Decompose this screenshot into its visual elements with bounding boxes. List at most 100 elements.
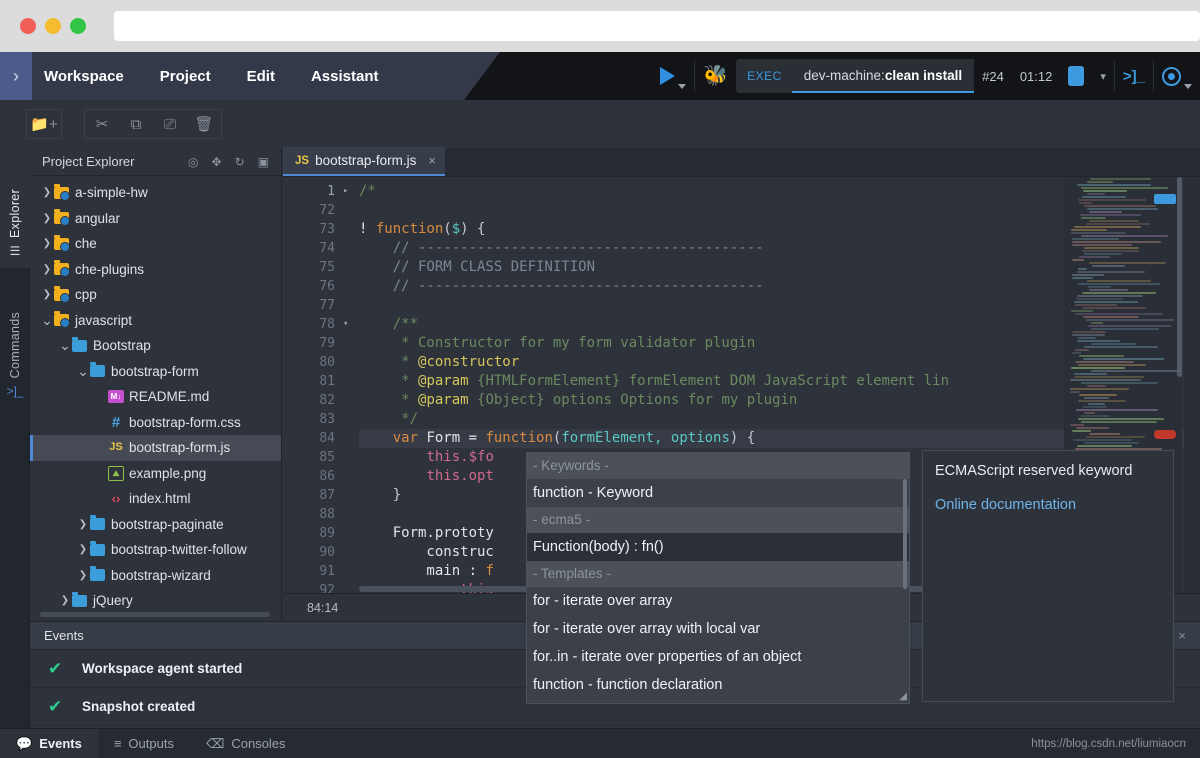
chevron-right-icon[interactable]: ❯ xyxy=(40,238,54,249)
tree-item-bootstrap-form[interactable]: ⌄bootstrap-form xyxy=(30,359,281,385)
css-file-icon: # xyxy=(108,416,124,429)
minimap-line xyxy=(1083,406,1107,408)
terminal-button[interactable]: >]_ xyxy=(1115,59,1153,93)
line-number: 77 xyxy=(283,296,341,315)
preview-button[interactable] xyxy=(1154,59,1200,93)
collapse-all-icon[interactable]: ✥ xyxy=(212,155,222,169)
tree-item-bootstrap-paginate[interactable]: ❯bootstrap-paginate xyxy=(30,512,281,538)
menu-item-project[interactable]: Project xyxy=(160,68,211,85)
tree-item-javascript[interactable]: ⌄javascript xyxy=(30,308,281,334)
menu-item-assistant[interactable]: Assistant xyxy=(311,68,379,85)
rail-tab-commands[interactable]: >]_ Commands xyxy=(0,268,30,408)
bottom-tab-outputs[interactable]: ≡ Outputs xyxy=(98,729,190,758)
copy-icon[interactable]: ⧉ xyxy=(119,109,153,139)
tree-item-bootstrap[interactable]: ⌄ Bootstrap xyxy=(30,333,281,359)
chevron-down-icon[interactable]: ⌄ xyxy=(76,363,90,380)
project-tree: ❯a-simple-hw❯angular❯che❯che-plugins❯cpp… xyxy=(30,176,281,614)
bottom-tab-consoles[interactable]: ⌫ Consoles xyxy=(190,729,302,758)
tree-item-label: Bootstrap xyxy=(93,338,151,353)
close-window-button[interactable] xyxy=(20,18,36,34)
minimap-line xyxy=(1071,367,1125,369)
refresh-icon[interactable]: ↻ xyxy=(235,155,245,169)
paste-icon[interactable]: ⎚ xyxy=(153,109,187,139)
chevron-right-icon[interactable]: ❯ xyxy=(40,213,54,224)
stop-button[interactable] xyxy=(1060,59,1092,93)
tree-item-cpp[interactable]: ❯cpp xyxy=(30,282,281,308)
online-documentation-link[interactable]: Online documentation xyxy=(935,497,1161,513)
address-bar[interactable] xyxy=(114,11,1200,41)
tree-item-label: bootstrap-form.css xyxy=(129,415,241,430)
code-fold-toggle[interactable]: ▾ xyxy=(343,315,355,334)
minimize-window-button[interactable] xyxy=(45,18,61,34)
close-icon[interactable]: × xyxy=(428,153,436,168)
menu-item-edit[interactable]: Edit xyxy=(247,68,275,85)
autocomplete-popup[interactable]: ◢ - Keywords -function - Keyword- ecma5 … xyxy=(526,452,910,704)
new-project-icon[interactable]: 📁+ xyxy=(27,109,61,139)
autocomplete-item[interactable]: Function(body) : fn() xyxy=(527,533,909,561)
chevron-down-icon[interactable] xyxy=(678,84,686,89)
chevron-down-icon[interactable]: ⌄ xyxy=(58,337,72,354)
editor-vertical-scrollbar[interactable] xyxy=(1184,177,1200,593)
tree-item-a-simple-hw[interactable]: ❯a-simple-hw xyxy=(30,180,281,206)
close-icon[interactable]: × xyxy=(1178,628,1186,643)
minimap-line xyxy=(1070,379,1141,381)
code-token: function xyxy=(376,221,443,237)
line-number: 79 xyxy=(283,334,341,353)
chevron-right-icon[interactable]: ❯ xyxy=(76,544,90,555)
tree-item-che[interactable]: ❯che xyxy=(30,231,281,257)
sidebar-expand-button[interactable]: › xyxy=(0,52,32,100)
target-icon[interactable]: ◎ xyxy=(188,155,198,169)
editor-tab-bootstrap-form-js[interactable]: JS bootstrap-form.js × xyxy=(283,147,445,176)
minimap-viewport[interactable] xyxy=(1177,177,1182,377)
menu-item-workspace[interactable]: Workspace xyxy=(44,68,124,85)
rail-tab-explorer[interactable]: ☰ Explorer xyxy=(0,148,30,268)
tree-item-readme-md[interactable]: M↓README.md xyxy=(30,384,281,410)
tree-item-bootstrap-twitter-follow[interactable]: ❯bootstrap-twitter-follow xyxy=(30,537,281,563)
resize-handle-icon[interactable]: ◢ xyxy=(899,691,907,702)
minimap-line xyxy=(1076,298,1124,300)
chevron-right-icon[interactable]: ❯ xyxy=(76,519,90,530)
cut-icon[interactable]: ✂ xyxy=(85,109,119,139)
tree-item-bootstrap-form-css[interactable]: # bootstrap-form.css xyxy=(30,410,281,436)
run-button[interactable] xyxy=(652,59,694,93)
chevron-right-icon[interactable]: ❯ xyxy=(58,595,72,606)
autocomplete-item[interactable]: for - iterate over array xyxy=(527,587,909,615)
tree-item-che-plugins[interactable]: ❯che-plugins xyxy=(30,257,281,283)
tree-item-jquery[interactable]: ❯jQuery xyxy=(30,588,281,614)
bottom-tab-events[interactable]: 💬 Events xyxy=(0,729,98,758)
code-token: var xyxy=(393,430,418,446)
run-config-dropdown[interactable]: ▾ xyxy=(1092,59,1114,93)
code-token: // -------------------------------------… xyxy=(359,278,764,294)
minimap-line xyxy=(1078,364,1146,366)
tree-item-index-html[interactable]: ‹›index.html xyxy=(30,486,281,512)
autocomplete-item[interactable]: function - function declaration xyxy=(527,671,909,699)
debug-button[interactable]: 🐝 xyxy=(695,59,736,93)
chevron-down-icon[interactable] xyxy=(1184,84,1192,89)
chevron-right-icon[interactable]: ❯ xyxy=(40,264,54,275)
code-token: main : xyxy=(359,563,485,579)
minimap-line xyxy=(1087,385,1106,387)
chevron-right-icon[interactable]: ❯ xyxy=(40,289,54,300)
maximize-window-button[interactable] xyxy=(70,18,86,34)
minimap-line xyxy=(1084,397,1108,399)
tree-item-angular[interactable]: ❯angular xyxy=(30,206,281,232)
line-number: 91 xyxy=(283,562,341,581)
tree-item-bootstrap-wizard[interactable]: ❯bootstrap-wizard xyxy=(30,563,281,589)
autocomplete-item[interactable]: function - Keyword xyxy=(527,479,909,507)
run-toolbar: 🐝 EXEC dev-machine: clean install #24 01… xyxy=(652,52,1200,100)
autocomplete-item[interactable]: for - iterate over array with local var xyxy=(527,615,909,643)
autocomplete-scrollbar[interactable] xyxy=(903,479,907,589)
minimap-line xyxy=(1079,202,1092,204)
panel-toggle-icon[interactable]: ▣ xyxy=(258,155,269,169)
autocomplete-item[interactable]: for..in - iterate over properties of an … xyxy=(527,643,909,671)
machine-command-status[interactable]: dev-machine: clean install xyxy=(792,59,974,93)
explorer-horizontal-scrollbar[interactable] xyxy=(40,612,270,617)
minimap-line xyxy=(1075,304,1116,306)
chevron-right-icon[interactable]: ❯ xyxy=(40,187,54,198)
delete-icon[interactable]: 🗑 xyxy=(187,109,221,139)
tree-item-bootstrap-form-js[interactable]: JSbootstrap-form.js xyxy=(30,435,281,461)
code-fold-toggle[interactable]: ▸ xyxy=(343,182,355,201)
chevron-down-icon[interactable]: ⌄ xyxy=(40,312,54,329)
chevron-right-icon[interactable]: ❯ xyxy=(76,570,90,581)
tree-item-example-png[interactable]: ⛰example.png xyxy=(30,461,281,487)
